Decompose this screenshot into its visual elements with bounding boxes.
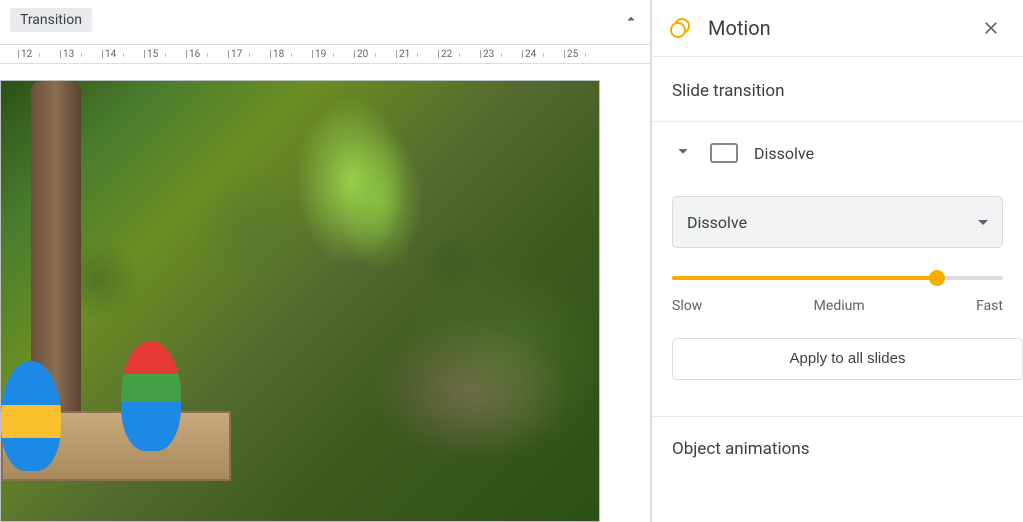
current-transition-name: Dissolve <box>754 144 814 163</box>
ruler-minor-tick <box>81 53 82 57</box>
slider-label-medium: Medium <box>814 298 865 314</box>
transition-summary-row[interactable]: Dissolve <box>652 122 1023 184</box>
slide-content-decoration <box>1 361 61 471</box>
slide-content-decoration <box>121 341 181 451</box>
ruler-tick: 12 <box>18 49 32 60</box>
apply-to-all-slides-button[interactable]: Apply to all slides <box>672 338 1023 380</box>
ruler-minor-tick <box>165 53 166 57</box>
close-icon <box>981 18 1001 38</box>
slide-transition-section-title: Slide transition <box>652 57 1023 122</box>
ruler-minor-tick <box>249 53 250 57</box>
ruler-minor-tick <box>585 53 586 57</box>
expand-transition-button[interactable] <box>672 140 694 166</box>
ruler-tick: 15 <box>144 49 158 60</box>
ruler-tick: 20 <box>354 49 368 60</box>
ruler-minor-tick <box>39 53 40 57</box>
ruler-minor-tick <box>543 53 544 57</box>
transition-chip-label: Transition <box>20 12 82 28</box>
motion-panel: Motion Slide transition Dissolve Dissolv… <box>651 0 1023 522</box>
ruler-tick: 16 <box>186 49 200 60</box>
dropdown-selected-value: Dissolve <box>687 213 747 232</box>
ruler-minor-tick <box>417 53 418 57</box>
slider-track <box>672 276 1003 280</box>
chevron-up-icon <box>622 10 640 28</box>
close-panel-button[interactable] <box>979 16 1003 40</box>
ruler-tick: 22 <box>438 49 452 60</box>
transition-chip[interactable]: Transition <box>10 8 92 32</box>
slide-canvas-area: Transition 12 13 14 15 16 17 18 19 20 21 22 23 24 25 <box>0 0 651 522</box>
ruler-minor-tick <box>291 53 292 57</box>
ruler-tick: 17 <box>228 49 242 60</box>
motion-panel-title: Motion <box>708 16 979 40</box>
slider-label-slow: Slow <box>672 298 702 314</box>
motion-panel-header: Motion <box>652 0 1023 57</box>
ruler-minor-tick <box>459 53 460 57</box>
ruler-tick: 21 <box>396 49 410 60</box>
slider-thumb[interactable] <box>929 270 945 286</box>
dropdown-caret-icon <box>978 220 988 225</box>
ruler-tick: 24 <box>522 49 536 60</box>
slide-thumbnail-icon <box>710 143 738 163</box>
ruler-minor-tick <box>207 53 208 57</box>
chevron-down-icon <box>672 140 694 162</box>
ruler-tick: 14 <box>102 49 116 60</box>
ruler-tick: 18 <box>270 49 284 60</box>
horizontal-ruler: 12 13 14 15 16 17 18 19 20 21 22 23 24 25 <box>0 44 650 64</box>
slider-labels: Slow Medium Fast <box>672 298 1003 314</box>
apply-button-label: Apply to all slides <box>790 350 906 367</box>
ruler-tick: 13 <box>60 49 74 60</box>
slide-preview[interactable] <box>0 80 600 522</box>
ruler-tick: 25 <box>564 49 578 60</box>
object-animations-section-title: Object animations <box>652 417 1023 459</box>
ruler-minor-tick <box>333 53 334 57</box>
ruler-tick: 19 <box>312 49 326 60</box>
ruler-minor-tick <box>123 53 124 57</box>
slider-fill <box>672 276 937 280</box>
transition-type-dropdown[interactable]: Dissolve <box>672 196 1003 248</box>
ruler-minor-tick <box>375 53 376 57</box>
transition-speed-slider[interactable]: Slow Medium Fast <box>672 276 1003 314</box>
collapse-toolbar-button[interactable] <box>622 10 640 32</box>
motion-icon <box>668 16 692 40</box>
slider-label-fast: Fast <box>976 298 1003 314</box>
ruler-tick: 23 <box>480 49 494 60</box>
ruler-minor-tick <box>501 53 502 57</box>
